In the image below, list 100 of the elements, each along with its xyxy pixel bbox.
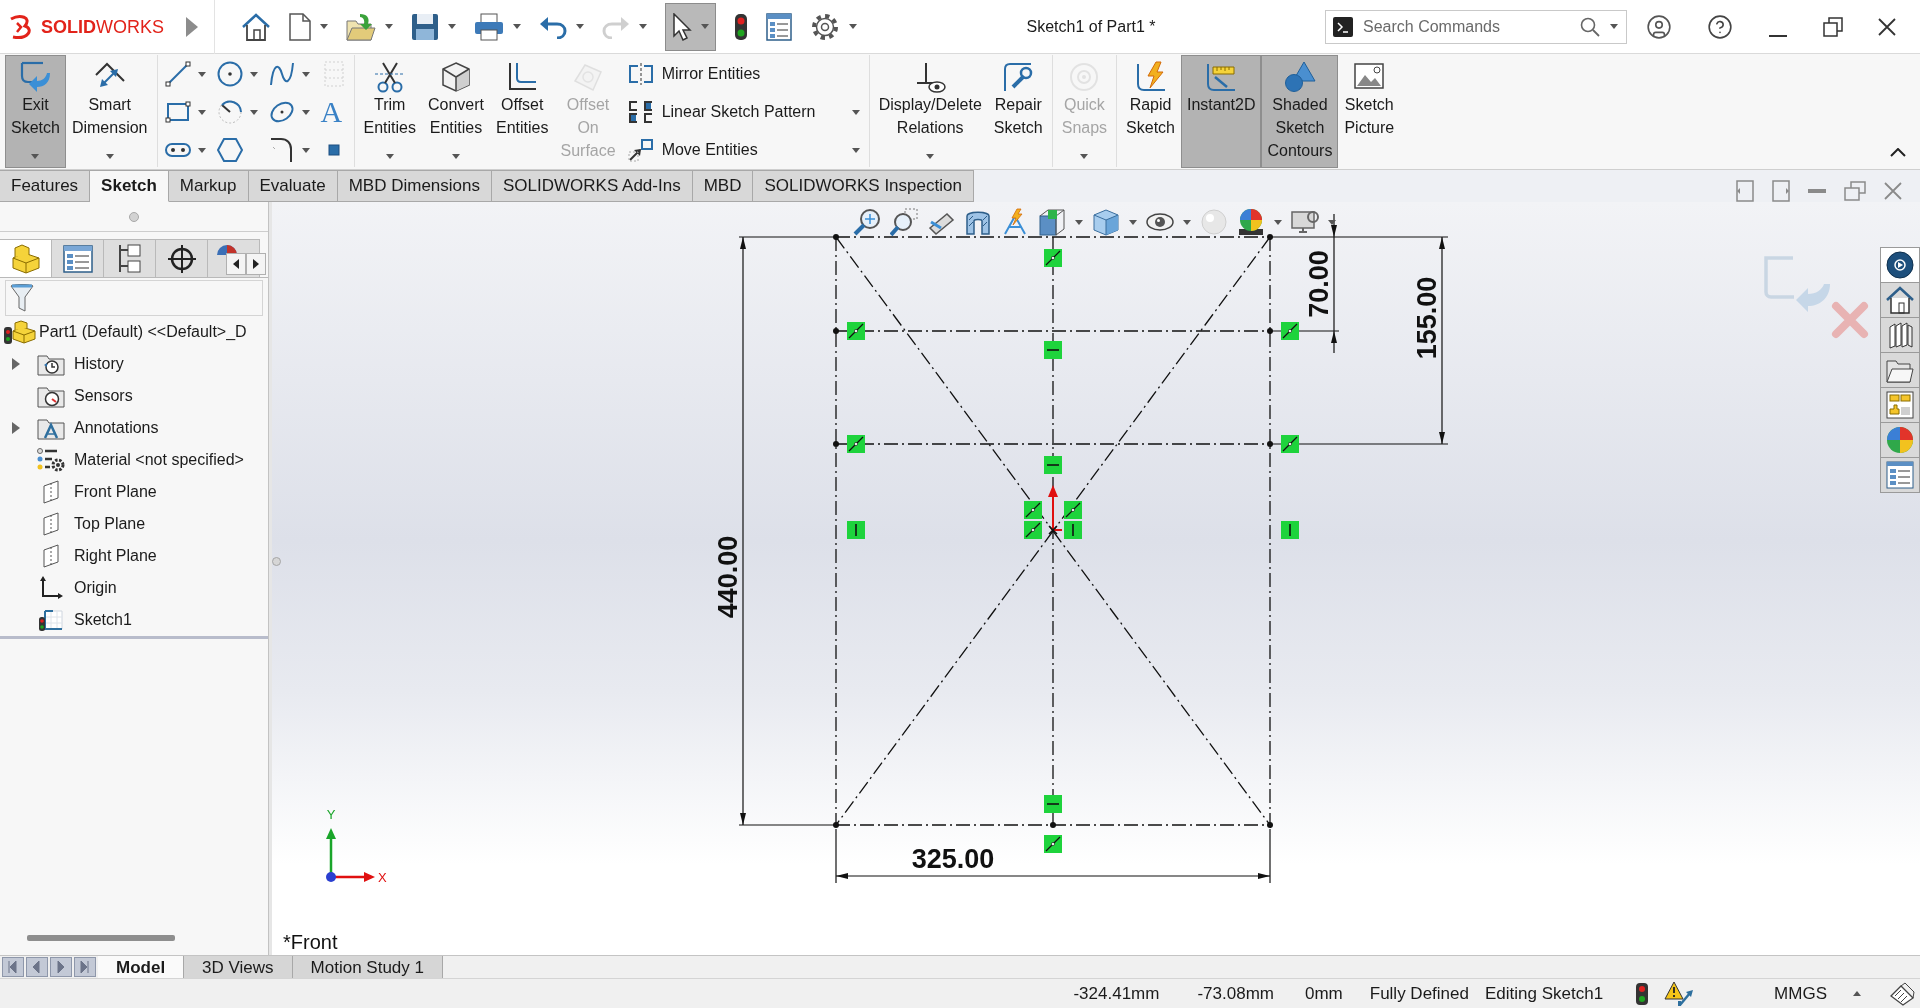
caret-icon[interactable] — [1610, 24, 1618, 29]
model-tab[interactable]: Model — [98, 956, 185, 978]
slash-relation-icon[interactable] — [1044, 249, 1062, 267]
restore-icon[interactable] — [1823, 16, 1843, 37]
dimension-value[interactable]: 440.00 — [713, 535, 743, 619]
caret-icon[interactable] — [197, 71, 206, 77]
dimension-value[interactable]: 155.00 — [1412, 276, 1442, 360]
slash-relation-icon[interactable] — [1281, 435, 1299, 453]
sketch-point[interactable] — [1267, 328, 1273, 334]
spline-icon[interactable] — [268, 61, 295, 87]
panel-tab[interactable] — [104, 239, 156, 277]
command-tab[interactable]: SOLIDWORKS Inspection — [753, 170, 974, 202]
ribbon-button[interactable]: Exit Sketch — [5, 55, 66, 168]
sketch-point[interactable] — [833, 234, 839, 240]
search-icon[interactable] — [1580, 16, 1600, 37]
ribbon-button[interactable]: Display/Delete Relations — [872, 55, 988, 168]
help-icon[interactable] — [1707, 13, 1733, 40]
caret-icon[interactable] — [249, 71, 258, 77]
vertical-relation-icon[interactable] — [847, 521, 865, 539]
caret-icon[interactable] — [320, 24, 328, 29]
caret-icon[interactable] — [448, 24, 456, 29]
command-tab[interactable]: Markup — [168, 170, 249, 202]
last-icon[interactable] — [74, 957, 96, 977]
origin-icon[interactable] — [1048, 485, 1063, 535]
rectangle-icon[interactable] — [164, 99, 191, 125]
tile-left-icon[interactable] — [1736, 180, 1754, 202]
command-tab[interactable]: Sketch — [90, 170, 169, 202]
caret-icon[interactable] — [926, 154, 935, 159]
caret-icon[interactable] — [197, 147, 206, 153]
warning-arrow-icon[interactable] — [1664, 980, 1695, 1007]
first-icon[interactable] — [2, 957, 24, 977]
dimension-value[interactable]: 325.00 — [911, 844, 995, 874]
command-tab[interactable]: MBD — [692, 170, 754, 202]
slash-relation-icon[interactable] — [1044, 835, 1062, 853]
model-tab[interactable]: 3D Views — [184, 956, 293, 978]
panel-tab[interactable] — [156, 239, 208, 277]
dimension-line[interactable] — [835, 873, 1271, 879]
tree-item[interactable]: Right Plane — [74, 544, 157, 568]
task-pane-tab[interactable] — [1880, 282, 1920, 318]
slash-relation-icon[interactable] — [1024, 501, 1042, 519]
previous-icon[interactable] — [26, 957, 48, 977]
tree-item[interactable]: Sensors — [74, 384, 133, 408]
caret-icon[interactable] — [513, 24, 521, 29]
home-icon[interactable] — [241, 12, 271, 41]
ribbon-button[interactable]: Shaded Sketch Contours — [1261, 55, 1339, 168]
monitor-icon[interactable] — [1291, 208, 1319, 236]
caret-icon[interactable] — [452, 154, 460, 159]
caret-icon[interactable] — [385, 154, 394, 159]
list-icon[interactable] — [766, 12, 792, 41]
vertical-relation-icon[interactable] — [1281, 521, 1299, 539]
scroll-right-icon[interactable] — [246, 253, 266, 275]
caret-icon[interactable] — [1328, 219, 1336, 225]
caret-icon[interactable] — [105, 154, 114, 159]
ribbon-button[interactable]: Repair Sketch — [987, 55, 1049, 168]
ellipse-icon[interactable] — [268, 99, 295, 125]
command-tab[interactable]: Evaluate — [248, 170, 338, 202]
sketch-point[interactable] — [833, 328, 839, 334]
caret-icon[interactable] — [301, 71, 310, 77]
ribbon-button[interactable]: Smart Dimension — [65, 55, 154, 168]
fillet-icon[interactable] — [268, 137, 295, 163]
scrollbar[interactable] — [27, 935, 175, 941]
caret-icon[interactable] — [849, 24, 857, 29]
cube-icon[interactable] — [1092, 208, 1120, 236]
caret-icon[interactable] — [1075, 219, 1083, 225]
caret-icon[interactable] — [576, 24, 584, 29]
pointer-icon[interactable] — [672, 12, 692, 41]
caret-icon[interactable] — [249, 109, 258, 115]
hexagon-icon[interactable] — [216, 137, 243, 163]
ribbon-command[interactable]: Mirror Entities — [627, 62, 761, 86]
horizontal-relation-icon[interactable] — [1044, 341, 1062, 359]
caret-icon[interactable] — [301, 109, 310, 115]
command-tab[interactable]: MBD Dimensions — [337, 170, 492, 202]
slash-relation-icon[interactable] — [1024, 521, 1042, 539]
caret-icon[interactable] — [851, 147, 860, 153]
tree-item[interactable]: Top Plane — [74, 512, 146, 536]
ribbon-button[interactable]: Offset Entities — [490, 55, 555, 168]
close-icon[interactable] — [1878, 17, 1896, 36]
sketch-point[interactable] — [1267, 234, 1273, 240]
dimension-line[interactable] — [1331, 213, 1337, 354]
save-icon[interactable] — [411, 12, 439, 41]
expand-arrow-icon[interactable] — [12, 422, 20, 434]
flyout-arrow-icon[interactable] — [186, 16, 198, 37]
sketch-point[interactable] — [1267, 822, 1273, 828]
vertical-relation-icon[interactable] — [1064, 521, 1082, 539]
ribbon-button[interactable]: Convert Entities — [422, 55, 490, 168]
traffic-light-icon[interactable] — [1636, 982, 1649, 1005]
slash-relation-icon[interactable] — [1064, 501, 1082, 519]
unit-system[interactable]: MMGS — [1774, 980, 1827, 1007]
caret-icon[interactable] — [301, 147, 310, 153]
magnifier-icon[interactable] — [853, 208, 881, 236]
expand-arrow-icon[interactable] — [12, 358, 20, 370]
caret-icon[interactable] — [1129, 219, 1137, 225]
ribbon-button[interactable]: Instant2D — [1181, 55, 1262, 168]
stamp-icon[interactable] — [1889, 981, 1915, 1006]
splitter-handle[interactable] — [272, 557, 281, 566]
color-ball-icon[interactable] — [1237, 208, 1265, 236]
caret-icon[interactable] — [1853, 991, 1861, 996]
tree-item[interactable]: Sketch1 — [74, 608, 132, 632]
sketch-point[interactable] — [1267, 441, 1273, 447]
task-pane-tab[interactable] — [1880, 352, 1920, 388]
